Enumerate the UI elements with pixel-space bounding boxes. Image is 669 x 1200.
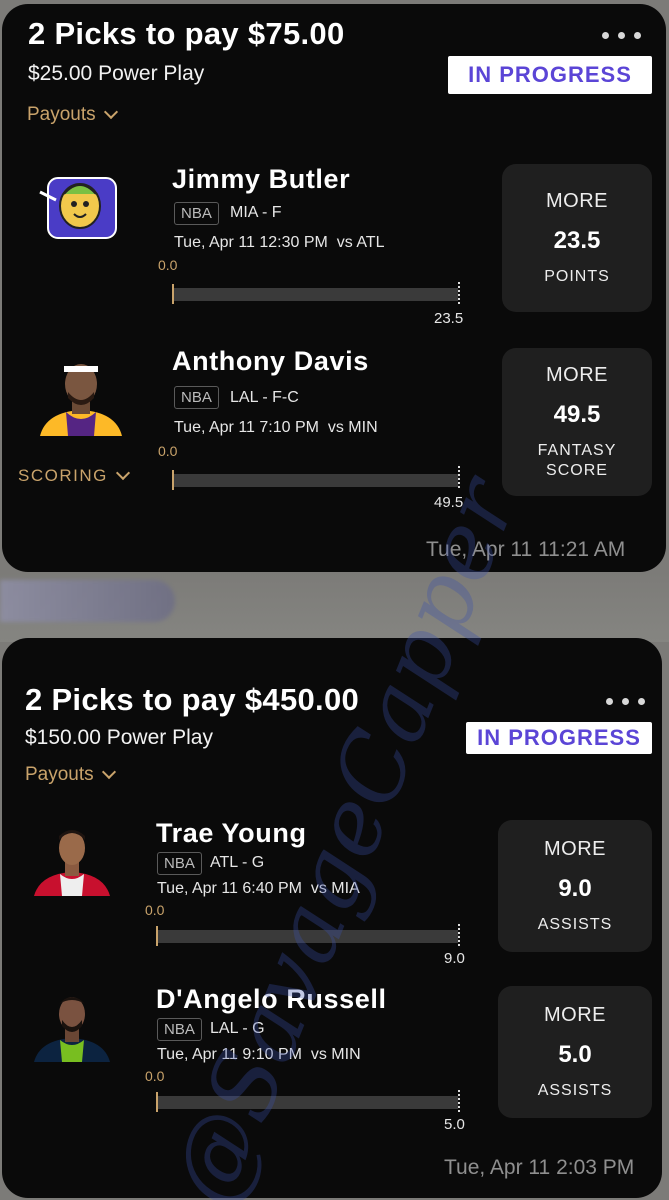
chevron-down-icon: [115, 465, 130, 481]
game-time: Tue, Apr 11 7:10 PM vs MIN: [174, 419, 378, 436]
payouts-label: Payouts: [25, 764, 94, 785]
target-value: 5.0: [444, 1116, 465, 1133]
progress-target-marker: [458, 282, 460, 304]
league-badge: NBA: [157, 1018, 202, 1041]
game-time: Tue, Apr 11 12:30 PM vs ATL: [174, 234, 385, 251]
progress-bar: [174, 474, 458, 487]
payouts-toggle[interactable]: Payouts: [25, 764, 116, 786]
progress-target-marker: [458, 466, 460, 488]
pick-direction: MORE: [544, 1003, 606, 1026]
entry-subtitle: $25.00 Power Play: [28, 62, 205, 85]
scoring-toggle[interactable]: SCORING: [18, 465, 130, 486]
target-value: 9.0: [444, 950, 465, 967]
entry-card-1[interactable]: 2 Picks to pay $75.00 $25.00 Power Play …: [2, 4, 666, 572]
league-badge: NBA: [174, 202, 219, 225]
pick-direction: MORE: [546, 189, 608, 212]
team-position: ATL - G: [210, 854, 265, 871]
league-badge: NBA: [174, 386, 219, 409]
player-headshot-icon: [36, 356, 126, 441]
player-name[interactable]: D'Angelo Russell: [156, 984, 387, 1015]
progress-bar: [158, 1096, 458, 1109]
more-dots-icon[interactable]: [602, 32, 641, 39]
payouts-label: Payouts: [27, 104, 96, 125]
pick-card[interactable]: MORE 49.5 FANTASY SCORE: [502, 348, 652, 496]
pick-line: 5.0: [558, 1040, 592, 1068]
player-name[interactable]: Anthony Davis: [172, 346, 369, 377]
payouts-toggle[interactable]: Payouts: [27, 104, 118, 126]
progress-bar: [158, 930, 458, 943]
progress-target-marker: [458, 924, 460, 946]
pick-stat: ASSISTS: [537, 915, 613, 933]
entry-title: 2 Picks to pay $75.00: [28, 16, 345, 51]
progress-target-marker: [458, 1090, 460, 1112]
player-headshot-icon: [32, 990, 112, 1067]
scoring-label: SCORING: [18, 466, 108, 485]
entry-card-2[interactable]: 2 Picks to pay $450.00 $150.00 Power Pla…: [2, 638, 662, 1198]
pick-stat: FANTASY SCORE: [537, 441, 617, 479]
status-badge: IN PROGRESS: [448, 56, 652, 94]
current-value: 0.0: [158, 257, 178, 273]
team-position: LAL - G: [210, 1020, 265, 1037]
status-badge: IN PROGRESS: [466, 722, 652, 754]
taco-mascot-icon: [34, 172, 124, 249]
pick-line: 23.5: [553, 226, 601, 254]
pick-direction: MORE: [546, 363, 608, 386]
player-name[interactable]: Jimmy Butler: [172, 164, 350, 195]
pick-line: 49.5: [553, 400, 601, 428]
blurred-overlay: [0, 580, 175, 622]
team-position: LAL - F-C: [230, 389, 299, 406]
league-badge: NBA: [157, 852, 202, 875]
player-name[interactable]: Trae Young: [156, 818, 307, 849]
current-value: 0.0: [145, 902, 165, 918]
pick-card[interactable]: MORE 9.0 ASSISTS: [498, 820, 652, 952]
pick-line: 9.0: [558, 874, 592, 902]
entry-timestamp: Tue, Apr 11 11:21 AM: [426, 538, 626, 561]
target-value: 49.5: [434, 494, 464, 511]
progress-bar: [174, 288, 458, 301]
chevron-down-icon: [101, 764, 116, 780]
pick-card[interactable]: MORE 23.5 POINTS: [502, 164, 652, 312]
entry-timestamp: Tue, Apr 11 2:03 PM: [444, 1156, 635, 1179]
entry-title: 2 Picks to pay $450.00: [25, 682, 360, 717]
current-value: 0.0: [145, 1068, 165, 1084]
more-dots-icon[interactable]: [606, 698, 645, 705]
entry-subtitle: $150.00 Power Play: [25, 726, 213, 749]
game-time: Tue, Apr 11 9:10 PM vs MIN: [157, 1046, 361, 1063]
current-value: 0.0: [158, 443, 178, 459]
team-position: MIA - F: [230, 204, 282, 221]
pick-card[interactable]: MORE 5.0 ASSISTS: [498, 986, 652, 1118]
pick-stat: POINTS: [544, 267, 610, 285]
target-value: 23.5: [434, 310, 464, 327]
pick-stat: ASSISTS: [537, 1081, 613, 1099]
game-time: Tue, Apr 11 6:40 PM vs MIA: [157, 880, 360, 897]
player-headshot-icon: [32, 824, 112, 901]
chevron-down-icon: [103, 104, 118, 120]
pick-direction: MORE: [544, 837, 606, 860]
